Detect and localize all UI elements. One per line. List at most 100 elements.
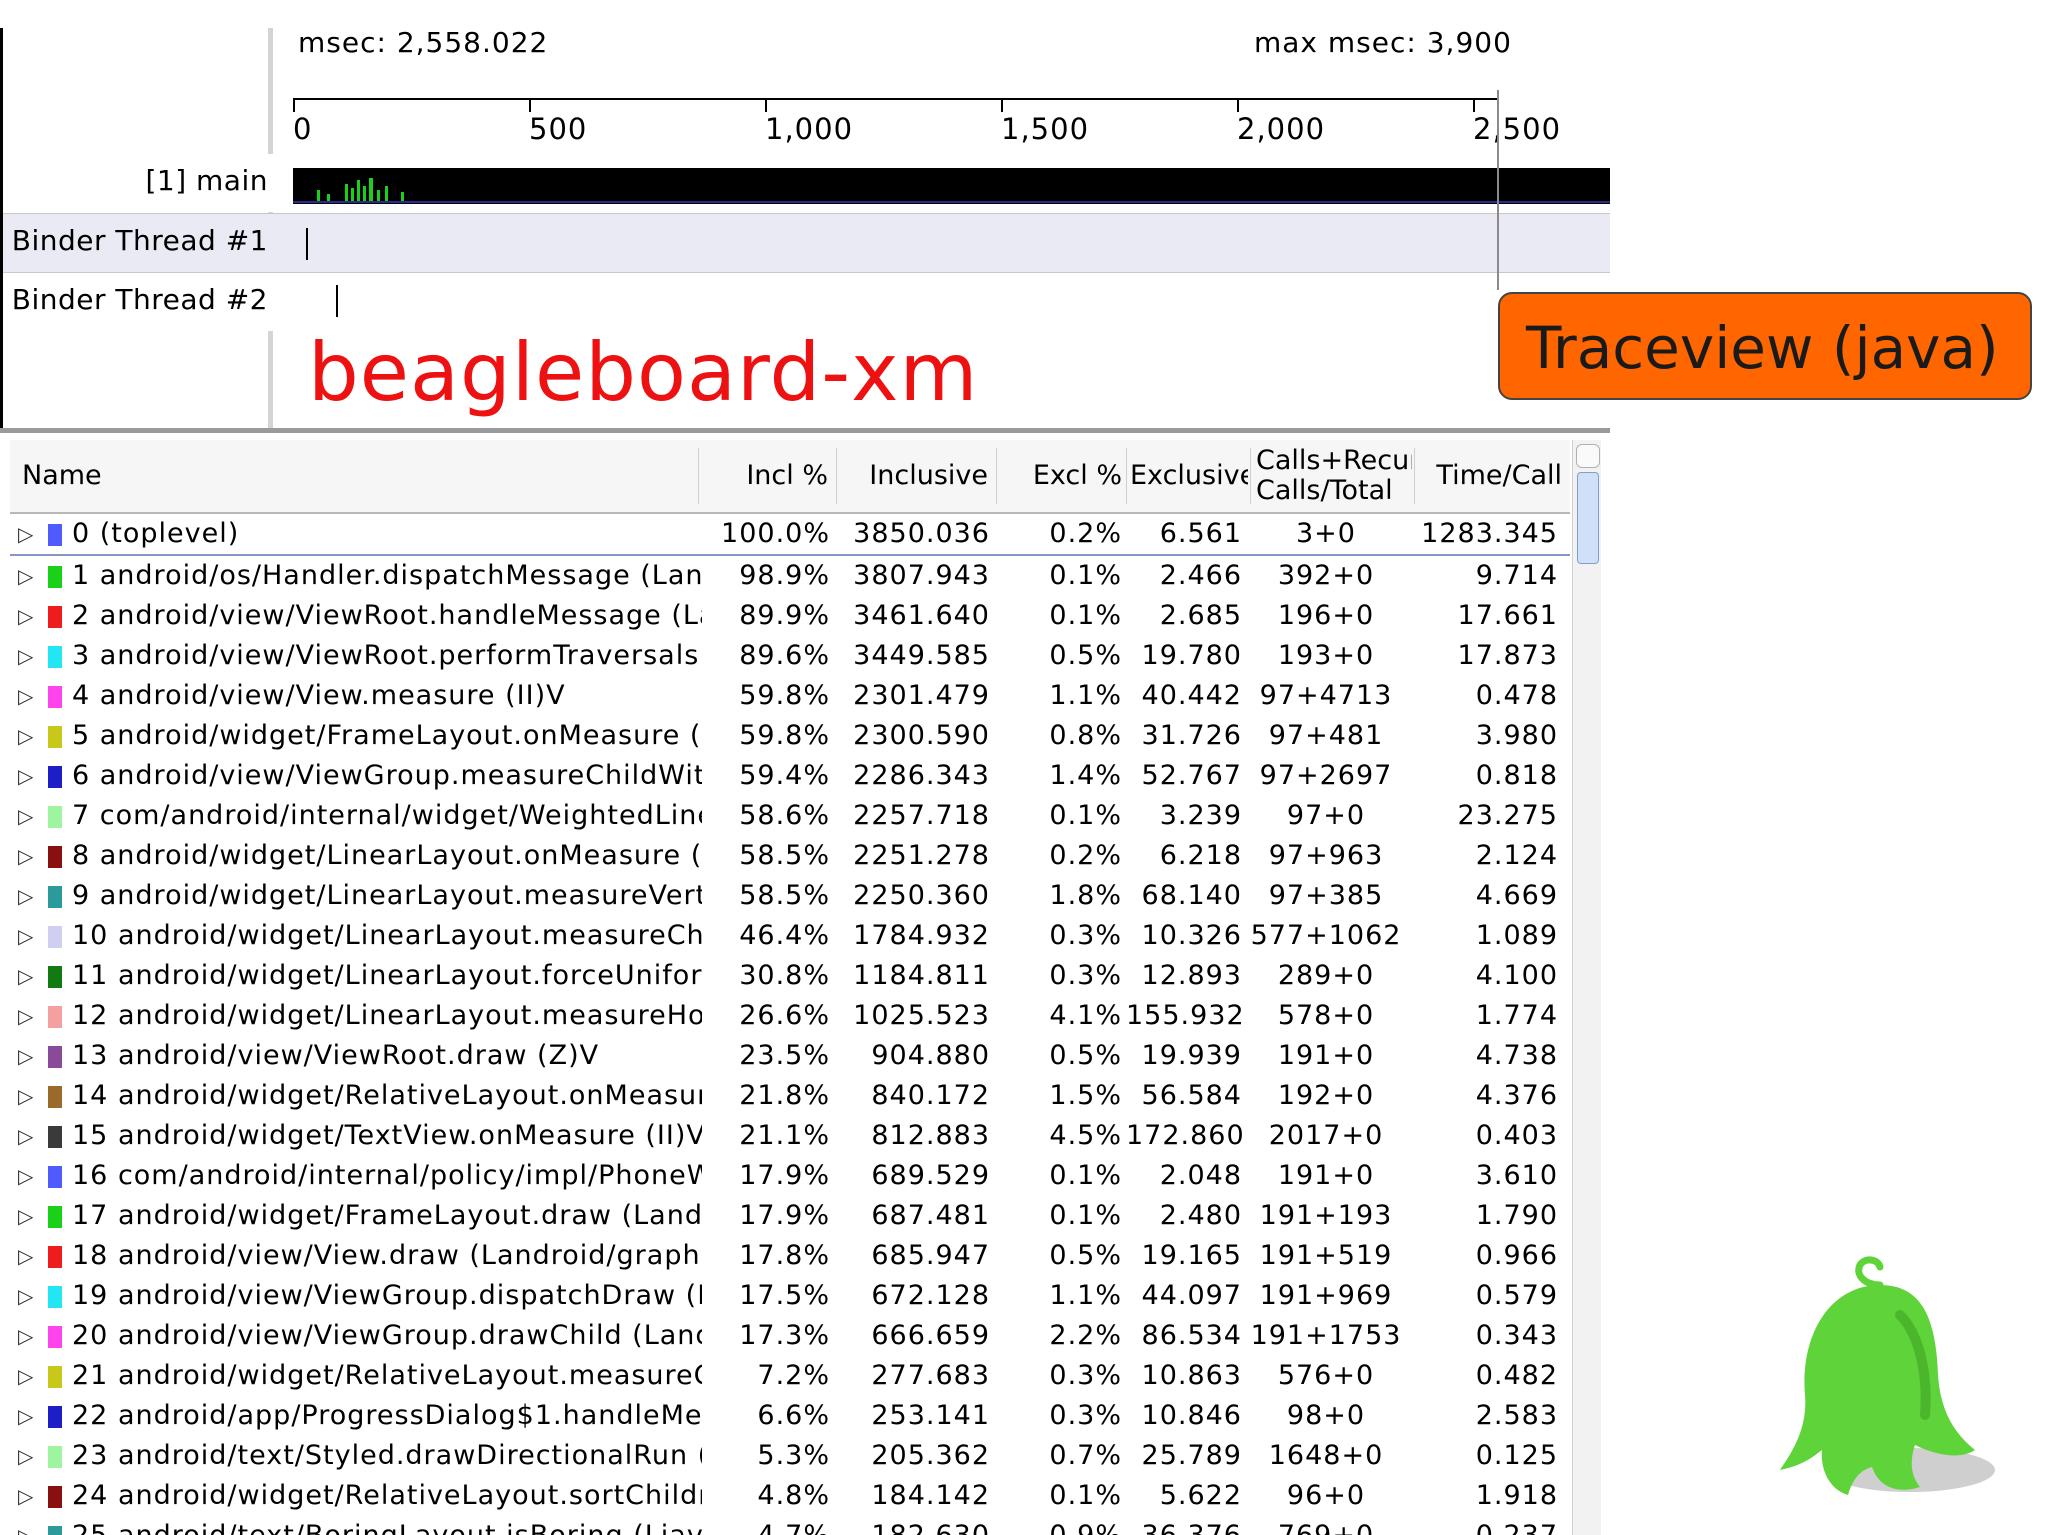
table-row[interactable]: ▷ 4 android/view/View.measure (II)V 59.8% 2… [10,676,1570,716]
column-header-calls[interactable]: Calls+Recur Calls/Total [1256,440,1412,518]
excl-pct-value: 0.3% [1049,960,1122,991]
expand-arrow-icon[interactable]: ▷ [18,636,38,676]
column-divider[interactable] [1414,448,1415,504]
expand-arrow-icon[interactable]: ▷ [18,1116,38,1156]
pane-splitter[interactable] [0,428,1610,433]
thread-label: [1] main [145,164,268,197]
table-row[interactable]: ▷ 3 android/view/ViewRoot.performTraversa… [10,636,1570,676]
column-header-inclusive[interactable]: Inclusive [846,440,988,512]
table-row[interactable]: ▷ 8 android/widget/LinearLayout.onMeasure… [10,836,1570,876]
expand-arrow-icon[interactable]: ▷ [18,1036,38,1076]
table-row[interactable]: ▷ 13 android/view/ViewRoot.draw (Z)V 23.5%… [10,1036,1570,1076]
table-row[interactable]: ▷ 6 android/view/ViewGroup.measureChildWi… [10,756,1570,796]
excl-pct-value: 1.1% [1049,1280,1122,1311]
column-header-name[interactable]: Name [22,440,522,512]
table-row[interactable]: ▷ 18 android/view/View.draw (Landroid/gra… [10,1236,1570,1276]
exclusive-value: 10.863 [1141,1360,1242,1391]
table-row[interactable]: ▷ 15 android/widget/TextView.onMeasure (I… [10,1116,1570,1156]
table-row[interactable]: ▷ 9 android/widget/LinearLayout.measureVe… [10,876,1570,916]
inclusive-value: 253.141 [871,1400,990,1431]
table-row[interactable]: ▷ 19 android/view/ViewGroup.dispatchDraw … [10,1276,1570,1316]
inclusive-value: 2251.278 [853,840,990,871]
inclusive-value: 184.142 [871,1480,990,1511]
expand-arrow-icon[interactable]: ▷ [18,556,38,596]
time-per-call-value: 4.738 [1475,1040,1558,1071]
expand-arrow-icon[interactable]: ▷ [18,916,38,956]
thread-row-binder-2[interactable]: 7] Binder Thread #2 [0,273,1610,331]
scroll-up-button[interactable] [1576,444,1600,468]
column-header-time-per-call[interactable]: Time/Call [1422,440,1562,512]
expand-arrow-icon[interactable]: ▷ [18,1476,38,1516]
method-color-swatch [48,806,62,828]
expand-arrow-icon[interactable]: ▷ [18,1236,38,1276]
expand-arrow-icon[interactable]: ▷ [18,1156,38,1196]
table-row[interactable]: ▷ 2 android/view/ViewRoot.handleMessage (… [10,596,1570,636]
excl-pct-value: 0.1% [1049,560,1122,591]
thread-row-binder-1[interactable]: 6] Binder Thread #1 [0,213,1610,273]
expand-arrow-icon[interactable]: ▷ [18,1276,38,1316]
column-header-exclusive[interactable]: Exclusive [1130,440,1248,512]
table-row[interactable]: ▷ 7 com/android/internal/widget/WeightedL… [10,796,1570,836]
column-header-excl-pct[interactable]: Excl % [1006,440,1122,512]
expand-arrow-icon[interactable]: ▷ [18,756,38,796]
table-row[interactable]: ▷ 16 com/android/internal/policy/impl/Pho… [10,1156,1570,1196]
thread-row-main[interactable]: [1] main [3,154,1610,212]
expand-arrow-icon[interactable]: ▷ [18,1436,38,1476]
expand-arrow-icon[interactable]: ▷ [18,876,38,916]
column-divider[interactable] [1126,448,1127,504]
expand-arrow-icon[interactable]: ▷ [18,796,38,836]
ruler-label: 500 [529,112,588,146]
thread-label: 6] Binder Thread #1 [0,224,268,257]
time-cursor-line[interactable] [1497,90,1499,290]
time-per-call-value: 17.873 [1457,640,1558,671]
table-row[interactable]: ▷ 25 android/text/BoringLayout.isBoring (… [10,1516,1570,1535]
table-row[interactable]: ▷ 14 android/widget/RelativeLayout.onMeas… [10,1076,1570,1116]
table-row[interactable]: ▷ 5 android/widget/FrameLayout.onMeasure … [10,716,1570,756]
expand-arrow-icon[interactable]: ▷ [18,676,38,716]
method-name: 10 android/widget/LinearLayout.measureCh… [72,920,702,951]
time-per-call-value: 23.275 [1457,800,1558,831]
scroll-thumb[interactable] [1577,472,1599,564]
time-per-call-value: 0.237 [1410,1516,1558,1535]
expand-arrow-icon[interactable]: ▷ [18,1396,38,1436]
table-row[interactable]: ▷ 22 android/app/ProgressDialog$1.handleM… [10,1396,1570,1436]
expand-arrow-icon[interactable]: ▷ [18,1316,38,1356]
column-divider[interactable] [836,448,837,504]
expand-arrow-icon[interactable]: ▷ [18,1356,38,1396]
table-row[interactable]: ▷ 23 android/text/Styled.drawDirectionalR… [10,1436,1570,1476]
table-row[interactable]: ▷ 24 android/widget/RelativeLayout.sortCh… [10,1476,1570,1516]
method-name: 11 android/widget/LinearLayout.forceUnif… [72,960,702,991]
calls-value: 97+2697 [1259,760,1393,791]
expand-arrow-icon[interactable]: ▷ [18,996,38,1036]
exclusive-value: 155.932 [1126,1000,1242,1031]
expand-arrow-icon[interactable]: ▷ [18,836,38,876]
table-row[interactable]: ▷ 12 android/widget/LinearLayout.measureH… [10,996,1570,1036]
table-row[interactable]: ▷ 1 android/os/Handler.dispatchMessage (L… [10,556,1570,596]
exclusive-value: 12.893 [1141,960,1242,991]
column-divider[interactable] [1250,448,1251,504]
table-row[interactable]: ▷ 20 android/view/ViewGroup.drawChild (La… [10,1316,1570,1356]
table-row[interactable]: ▷ 0 (toplevel) 100.0% 3850.036 0.2% 6.561 3+0 1… [10,514,1570,556]
expand-arrow-icon[interactable]: ▷ [18,716,38,756]
exclusive-value: 19.165 [1141,1240,1242,1271]
method-color-swatch [48,1526,62,1535]
expand-arrow-icon[interactable]: ▷ [18,1076,38,1116]
column-header-incl-pct[interactable]: Incl % [708,440,828,512]
expand-arrow-icon[interactable]: ▷ [18,514,38,554]
time-ruler[interactable]: 0 500 1,000 1,500 2,000 2,500 [293,90,1573,150]
thread-label: 7] Binder Thread #2 [0,283,268,316]
table-row[interactable]: ▷ 21 android/widget/RelativeLayout.measur… [10,1356,1570,1396]
table-row[interactable]: ▷ 17 android/widget/FrameLayout.draw (Lan… [10,1196,1570,1236]
table-vertical-scrollbar[interactable] [1572,440,1601,1535]
table-row[interactable]: ▷ 10 android/widget/LinearLayout.measureC… [10,916,1570,956]
expand-arrow-icon[interactable]: ▷ [18,1196,38,1236]
expand-arrow-icon[interactable]: ▷ [18,1516,38,1535]
expand-arrow-icon[interactable]: ▷ [18,596,38,636]
table-row[interactable]: ▷ 11 android/widget/LinearLayout.forceUni… [10,956,1570,996]
expand-arrow-icon[interactable]: ▷ [18,956,38,996]
column-divider[interactable] [996,448,997,504]
column-divider[interactable] [698,448,699,504]
excl-pct-value: 0.2% [1049,840,1122,871]
thread-activity-bar[interactable] [293,168,1610,204]
method-color-swatch [48,966,62,988]
